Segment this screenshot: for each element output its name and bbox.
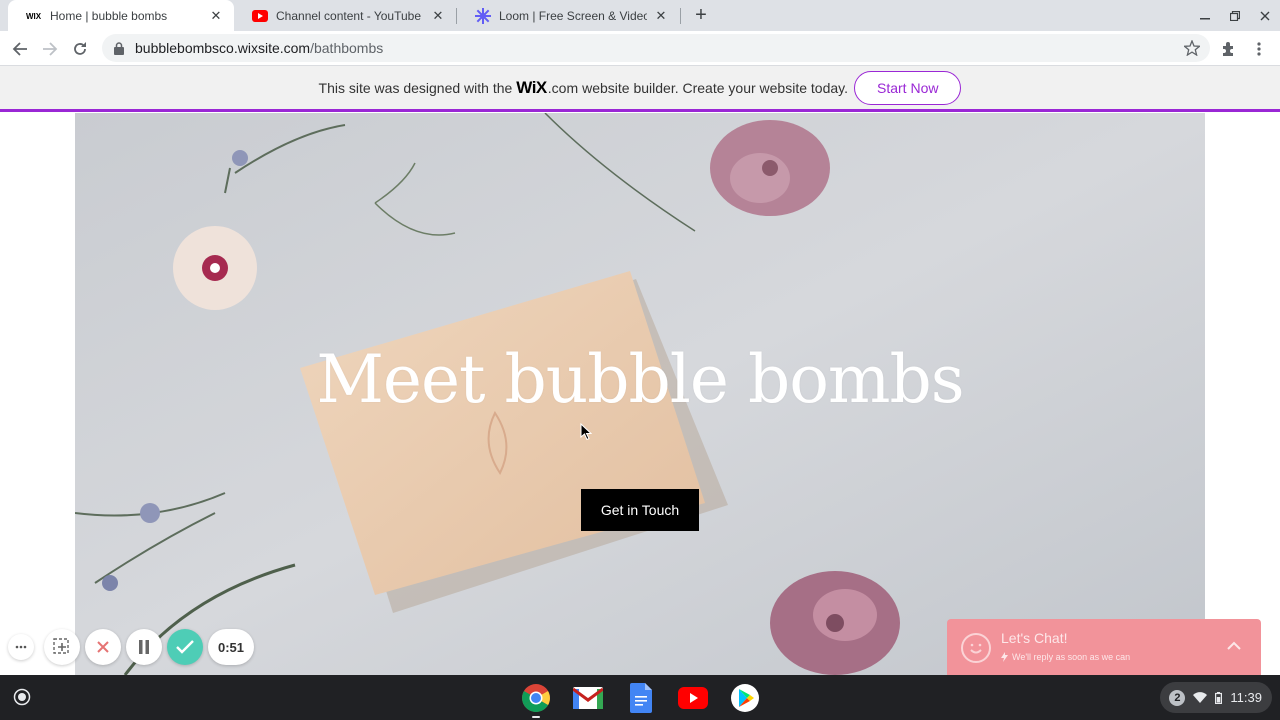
url-domain: bubblebombsco.wixsite.com (135, 40, 311, 56)
wix-dotcom: .com (547, 79, 579, 96)
chat-title: Let's Chat! (1001, 630, 1068, 646)
loom-recording-controls: 0:51 (8, 629, 255, 665)
loom-finish-button[interactable] (167, 629, 203, 665)
youtube-icon[interactable] (677, 682, 709, 714)
back-icon[interactable] (7, 36, 33, 62)
chat-subtitle: We'll reply as soon as we can (1012, 652, 1131, 662)
address-bar[interactable]: bubblebombsco.wixsite.com/bathbombs (102, 34, 1210, 62)
promo-suffix: website builder. Create your website tod… (582, 79, 848, 96)
forward-icon[interactable] (37, 36, 63, 62)
restore-icon[interactable] (1225, 6, 1245, 26)
loom-drawing-tool-button[interactable] (44, 629, 80, 665)
gmail-icon[interactable] (572, 682, 604, 714)
new-tab-button[interactable]: + (690, 4, 712, 26)
chrome-icon[interactable] (520, 682, 552, 714)
youtube-icon (252, 8, 268, 24)
hero-title: Meet bubble bombs (316, 341, 964, 418)
get-in-touch-button[interactable]: Get in Touch (581, 489, 699, 531)
tab-loom[interactable]: Loom | Free Screen & Video Recording ✕ (457, 0, 679, 31)
wix-promo-message: This site was designed with the WiX .com… (319, 78, 848, 98)
promo-prefix: This site was designed with the (318, 79, 513, 96)
wix-promo-banner: This site was designed with the WiX .com… (0, 66, 1280, 112)
mouse-cursor-icon (580, 423, 592, 441)
chat-widget[interactable]: Let's Chat! We'll reply as soon as we ca… (947, 619, 1261, 675)
browser-toolbar: bubblebombsco.wixsite.com/bathbombs (0, 31, 1280, 66)
lightning-icon (1001, 652, 1008, 662)
tab-strip: WIX Home | bubble bombs ✕ Channel conten… (0, 0, 1280, 31)
lock-icon[interactable] (112, 41, 126, 55)
tab-youtube-studio[interactable]: Channel content - YouTube Studio ✕ (234, 0, 456, 31)
active-app-indicator (532, 716, 540, 718)
docs-icon[interactable] (625, 682, 657, 714)
url-path: /bathbombs (310, 40, 384, 56)
loom-pause-button[interactable] (126, 629, 162, 665)
os-shelf: 2 11:39 (0, 675, 1280, 720)
close-icon[interactable]: ✕ (430, 8, 446, 24)
tab-title: Loom | Free Screen & Video Recording (499, 8, 647, 23)
wix-icon: WIX (26, 8, 42, 24)
wifi-icon (1193, 691, 1208, 704)
chevron-up-icon[interactable] (1225, 637, 1243, 655)
play-store-icon[interactable] (729, 682, 761, 714)
loom-icon (475, 7, 491, 24)
clock-time: 11:39 (1230, 690, 1262, 705)
close-icon[interactable]: ✕ (653, 8, 669, 24)
notification-count-badge: 2 (1169, 689, 1186, 706)
loom-recording-timer: 0:51 (208, 629, 255, 665)
system-tray[interactable]: 2 11:39 (1160, 682, 1272, 713)
tab-title: Channel content - YouTube Studio (276, 8, 424, 23)
svg-text:WIX: WIX (26, 12, 42, 21)
tab-title: Home | bubble bombs (50, 8, 168, 23)
tab-home[interactable]: WIX Home | bubble bombs ✕ (8, 0, 234, 31)
loom-cancel-button[interactable] (85, 629, 121, 665)
tab-divider (680, 8, 681, 24)
more-menu-icon[interactable] (1246, 36, 1272, 62)
smiley-icon (961, 633, 991, 663)
bookmark-star-icon[interactable] (1182, 39, 1202, 57)
launcher-icon[interactable] (8, 683, 36, 711)
battery-icon (1215, 691, 1223, 704)
extensions-icon[interactable] (1216, 36, 1242, 62)
reload-icon[interactable] (67, 36, 93, 62)
start-now-button[interactable]: Start Now (854, 70, 962, 105)
hero-section: Meet bubble bombs Get in Touch (75, 113, 1205, 675)
chat-subtitle-row: We'll reply as soon as we can (1001, 652, 1130, 662)
close-icon[interactable]: ✕ (208, 8, 224, 24)
wix-logo: WiX (516, 77, 547, 97)
url-text: bubblebombsco.wixsite.com/bathbombs (135, 40, 383, 56)
minimize-icon[interactable] (1195, 6, 1215, 26)
close-window-icon[interactable] (1255, 6, 1275, 26)
loom-more-button[interactable] (8, 634, 34, 660)
